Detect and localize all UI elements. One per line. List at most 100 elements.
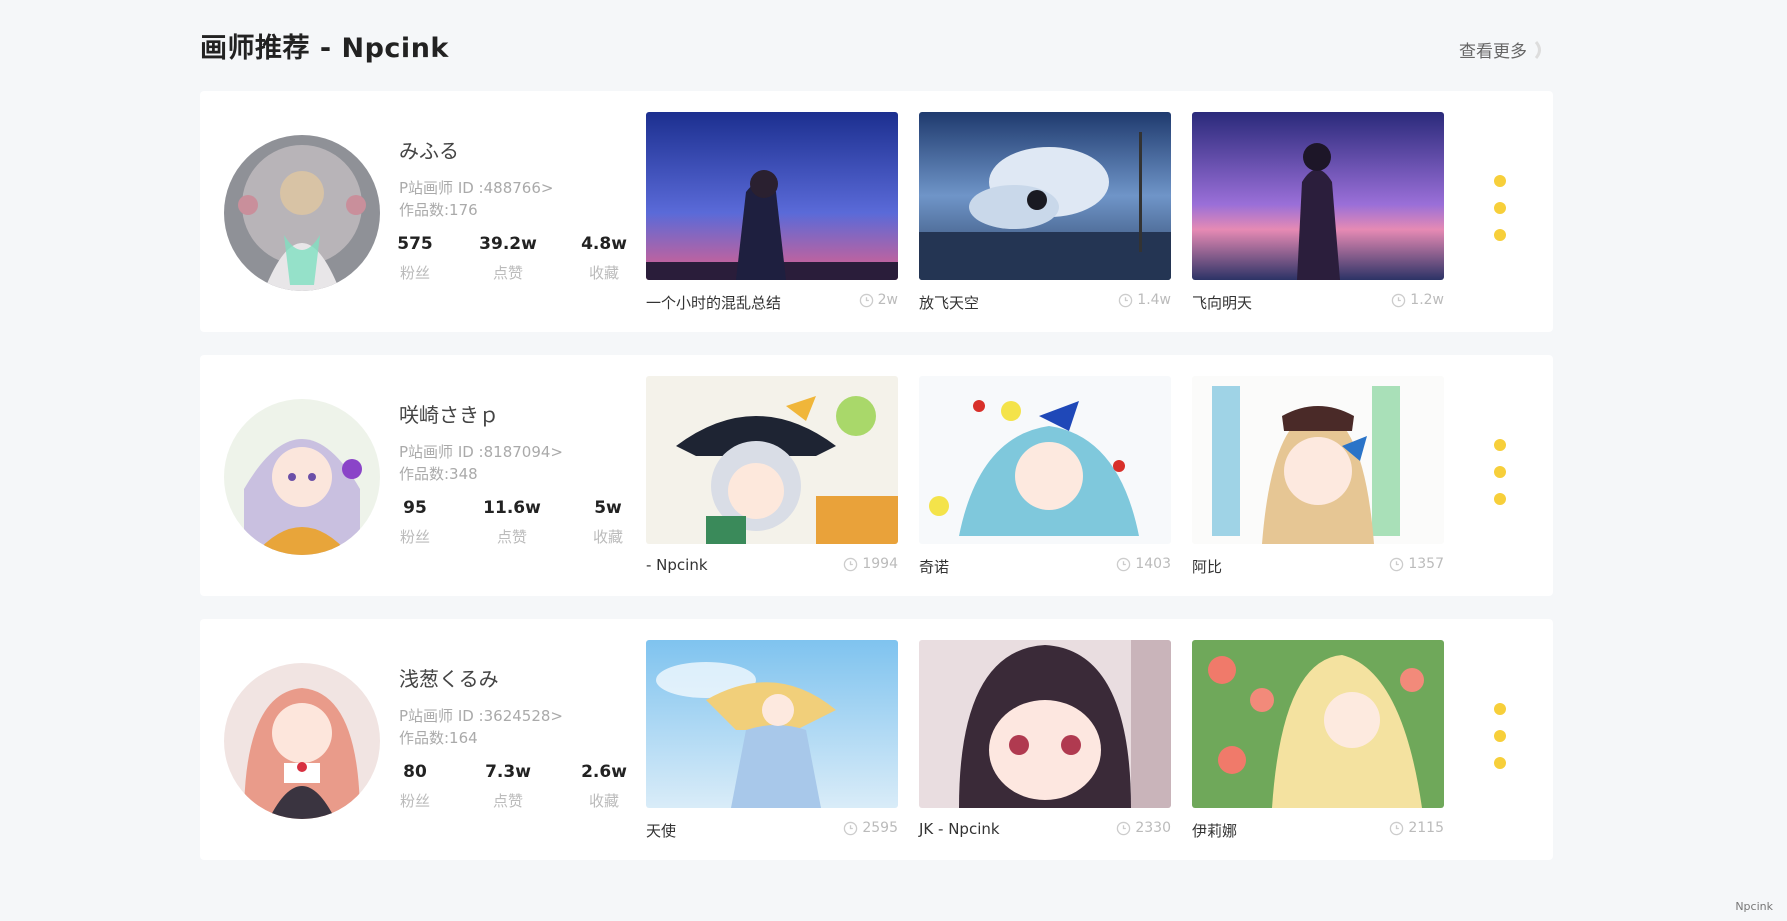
artist-pixiv-id[interactable]: P站画师 ID :8187094> [399,441,563,462]
artwork-views: 2w [859,292,898,308]
artwork-image [919,640,1171,808]
artist-avatar[interactable] [224,135,380,291]
artwork-views-value: 1357 [1408,556,1444,572]
artwork-views: 1357 [1389,556,1444,572]
stat-likes-label: 点赞 [492,264,523,282]
artwork-image [646,376,898,544]
artwork-thumbnail[interactable] [1192,640,1444,808]
view-more-label: 查看更多 [1459,42,1527,62]
artist-card: 浅葱くるみ P站画师 ID :3624528> 作品数:164 80 粉丝 7.… [200,619,1553,860]
artwork-title[interactable]: 飞向明天 [1192,292,1252,313]
dot [1494,229,1506,241]
dot [1494,730,1506,742]
artwork-title[interactable]: 阿比 [1192,556,1222,577]
stat-collects-value: 2.6w [581,762,627,782]
arrow-right-icon [1534,40,1541,59]
artwork-views-value: 2595 [862,820,898,836]
views-clock-icon [1390,557,1404,571]
artwork-title[interactable]: 奇诺 [919,556,949,577]
stat-likes-value: 7.3w [485,762,531,782]
artwork-title[interactable]: 伊莉娜 [1192,820,1237,841]
stat-collects-label: 收藏 [588,264,619,282]
artwork-image [1192,112,1444,280]
artwork-thumbnail[interactable] [919,640,1171,808]
page-title: 画师推荐 - Npcink [200,33,449,64]
artwork-title[interactable]: 天使 [646,820,676,841]
stat-likes: 7.3w 点赞 [468,762,548,811]
artwork-thumbnail[interactable] [646,640,898,808]
artwork-thumbnail[interactable] [646,112,898,280]
avatar-image [224,399,380,555]
artwork-thumbnail[interactable] [919,376,1171,544]
stat-collects-value: 5w [594,498,622,518]
stat-fans-value: 575 [397,234,433,254]
artwork-caption: 放飞天空 1.4w [919,292,1171,314]
stat-fans: 80 粉丝 [375,762,455,811]
artist-name[interactable]: 浅葱くるみ [399,663,499,692]
artwork-title[interactable]: - Npcink [646,556,708,574]
artwork-views-value: 1403 [1135,556,1171,572]
stat-fans-label: 粉丝 [399,528,430,546]
views-clock-icon [844,821,858,835]
artist-works-count: 作品数:348 [399,465,478,483]
dot [1494,493,1506,505]
artwork-caption: 天使 2595 [646,820,898,842]
artwork-title[interactable]: JK - Npcink [919,820,1000,838]
artwork-image [1192,376,1444,544]
artwork-views-value: 2330 [1135,820,1171,836]
artist-recommend-section: 画师推荐 - Npcink 查看更多 みふる P站画师 ID :488766> … [200,0,1553,860]
dot [1494,466,1506,478]
more-options-icon[interactable] [1494,439,1508,509]
artwork-image [919,376,1171,544]
artist-pixiv-id[interactable]: P站画师 ID :3624528> [399,705,563,726]
artwork-image [646,640,898,808]
footer-brand: Npcink [1735,900,1773,913]
stat-likes: 39.2w 点赞 [468,234,548,283]
more-options-icon[interactable] [1494,175,1508,245]
stat-likes: 11.6w 点赞 [472,498,552,547]
artist-name[interactable]: 咲崎さきｐ [399,399,499,428]
artist-avatar[interactable] [224,663,380,819]
artist-name[interactable]: みふる [399,135,459,164]
artist-card: 咲崎さきｐ P站画师 ID :8187094> 作品数:348 95 粉丝 11… [200,355,1553,596]
artwork-views-value: 2w [877,292,898,308]
artwork-thumbnail[interactable] [646,376,898,544]
stat-collects-label: 收藏 [592,528,623,546]
artwork-caption: - Npcink 1994 [646,556,898,578]
artwork-thumbnail[interactable] [1192,112,1444,280]
artist-works-count: 作品数:176 [399,201,478,219]
more-options-icon[interactable] [1494,703,1508,773]
artwork-views: 1994 [843,556,898,572]
artwork-title[interactable]: 放飞天空 [919,292,979,313]
artwork-views-value: 1.2w [1410,292,1444,308]
dot [1494,703,1506,715]
views-clock-icon [1392,293,1406,307]
views-clock-icon [859,293,873,307]
stat-collects: 5w 收藏 [568,498,648,547]
stat-likes-value: 39.2w [479,234,537,254]
artist-avatar[interactable] [224,399,380,555]
artwork-caption: JK - Npcink 2330 [919,820,1171,842]
artwork-caption: 飞向明天 1.2w [1192,292,1444,314]
artwork-thumbnail[interactable] [919,112,1171,280]
stat-likes-value: 11.6w [483,498,541,518]
artwork-views: 2330 [1116,820,1171,836]
stat-fans: 95 粉丝 [375,498,455,547]
artist-card: みふる P站画师 ID :488766> 作品数:176 575 粉丝 39.2… [200,91,1553,332]
artist-works-count: 作品数:164 [399,729,478,747]
stat-collects-label: 收藏 [588,792,619,810]
artist-pixiv-id[interactable]: P站画师 ID :488766> [399,177,553,198]
dot [1494,202,1506,214]
artwork-title[interactable]: 一个小时的混乱总结 [646,292,781,313]
stat-likes-label: 点赞 [496,528,527,546]
section-header: 画师推荐 - Npcink 查看更多 [200,0,1553,90]
artwork-caption: 一个小时的混乱总结 2w [646,292,898,314]
artwork-image [919,112,1171,280]
avatar-image [224,663,380,819]
dot [1494,439,1506,451]
view-more-link[interactable]: 查看更多 [1459,37,1545,62]
artwork-views: 2595 [843,820,898,836]
artwork-thumbnail[interactable] [1192,376,1444,544]
dot [1494,175,1506,187]
stat-fans-value: 80 [403,762,427,782]
